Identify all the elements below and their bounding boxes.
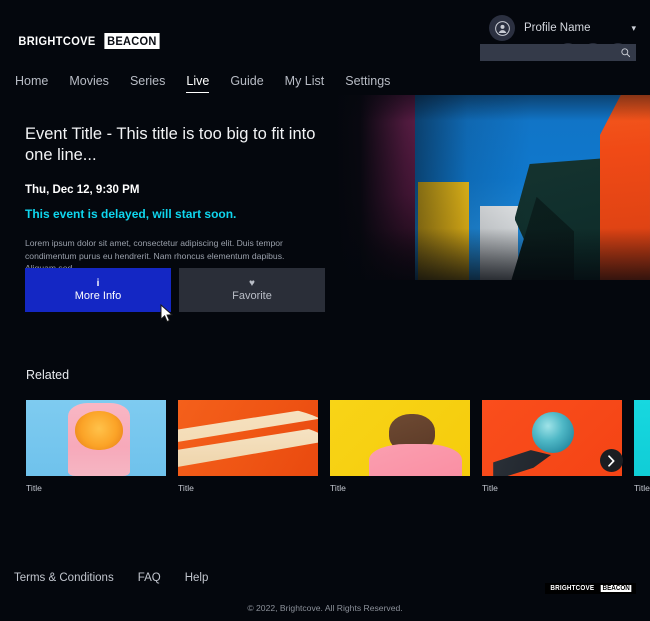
list-item[interactable]: Title [634, 400, 650, 493]
info-icon: i [96, 278, 100, 289]
footer-logo-secondary: BEACON [600, 585, 632, 592]
thumbnail-image[interactable] [26, 400, 166, 476]
event-actions: i More Info ♥ Favorite [25, 268, 325, 312]
event-status-message: This event is delayed, will start soon. [25, 207, 237, 221]
list-item-label: Title [330, 483, 346, 493]
nav-item-home[interactable]: Home [15, 74, 48, 93]
event-title: Event Title - This title is too big to f… [25, 125, 316, 164]
event-details: Event Title - This title is too big to f… [25, 124, 325, 275]
footer-link-faq[interactable]: FAQ [138, 572, 161, 584]
footer-brand-logo: BRIGHTCOVE BEACON [544, 583, 636, 594]
thumbnail-image[interactable] [330, 400, 470, 476]
profile-name: Profile Name [524, 22, 591, 34]
copyright-text: © 2022, Brightcove. All Rights Reserved. [247, 603, 403, 613]
list-item[interactable]: Title [482, 400, 622, 493]
hero-image [335, 95, 650, 280]
list-item-label: Title [26, 483, 42, 493]
nav-item-my-list[interactable]: My List [285, 74, 325, 93]
favorite-button[interactable]: ♥ Favorite [179, 268, 325, 312]
search-icon[interactable] [620, 47, 631, 58]
main-navigation: Home Movies Series Live Guide My List Se… [15, 74, 390, 93]
list-item-label: Title [634, 483, 650, 493]
list-item[interactable]: Title [26, 400, 166, 493]
list-item-label: Title [178, 483, 194, 493]
chevron-down-icon[interactable]: ▾ [631, 23, 636, 34]
footer-link-terms[interactable]: Terms & Conditions [14, 572, 114, 584]
list-item-label: Title [482, 483, 498, 493]
footer-links: Terms & Conditions FAQ Help [14, 572, 208, 584]
related-heading: Related [26, 368, 70, 382]
event-datetime: Thu, Dec 12, 9:30 PM [25, 184, 140, 196]
rail-next-button[interactable] [600, 449, 623, 472]
nav-item-guide[interactable]: Guide [230, 74, 263, 93]
avatar [489, 15, 515, 41]
footer-link-help[interactable]: Help [185, 572, 209, 584]
list-item[interactable]: Title [330, 400, 470, 493]
mouse-cursor [160, 304, 174, 323]
nav-item-live[interactable]: Live [186, 74, 209, 93]
related-rail: Title Title Title Title Title [26, 400, 650, 493]
brand-logo-primary: BRIGHTCOVE [18, 34, 96, 48]
hero-gradient-bottom [335, 95, 650, 280]
brand-logo-secondary: BEACON [104, 33, 160, 49]
search-box[interactable] [480, 44, 636, 61]
thumbnail-image[interactable] [178, 400, 318, 476]
list-item[interactable]: Title [178, 400, 318, 493]
footer-logo-primary: BRIGHTCOVE [550, 585, 595, 592]
profile-menu[interactable]: Profile Name ▾ [489, 15, 636, 41]
brand-logo[interactable]: BRIGHTCOVE BEACON [15, 33, 162, 49]
chevron-right-icon [608, 454, 615, 467]
heart-icon: ♥ [249, 278, 255, 289]
favorite-label: Favorite [232, 290, 272, 302]
nav-item-series[interactable]: Series [130, 74, 165, 93]
nav-item-settings[interactable]: Settings [345, 74, 390, 93]
search-input[interactable] [480, 44, 636, 61]
more-info-label: More Info [74, 290, 122, 302]
thumbnail-image[interactable] [634, 400, 650, 476]
nav-item-movies[interactable]: Movies [69, 74, 109, 93]
more-info-button[interactable]: i More Info [25, 268, 171, 312]
